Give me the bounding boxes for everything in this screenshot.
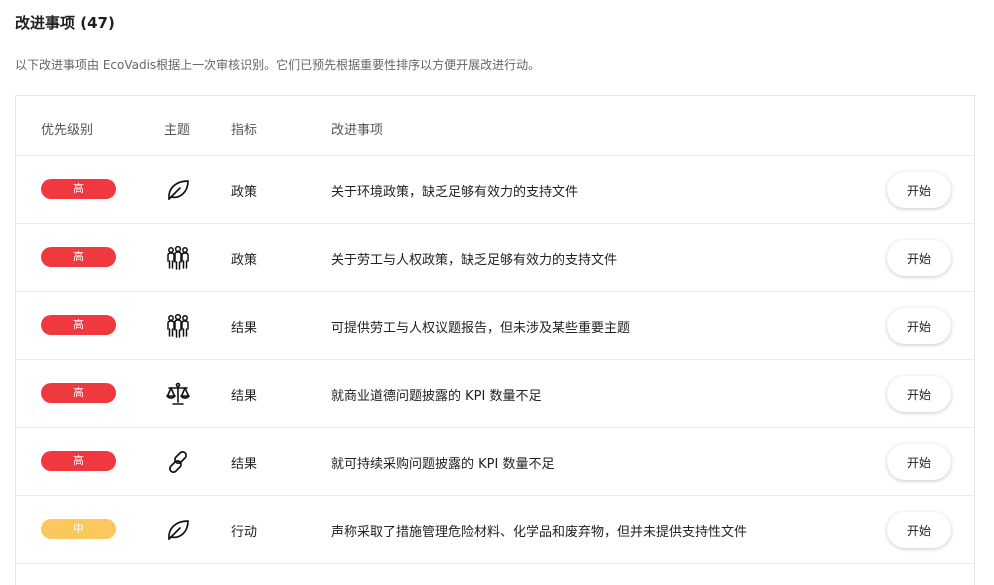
start-button[interactable]: 开始 xyxy=(887,376,951,412)
priority-badge: 高 xyxy=(41,315,116,335)
priority-badge: 中 xyxy=(41,519,116,539)
start-button[interactable]: 开始 xyxy=(887,512,951,548)
leaf-icon xyxy=(164,516,192,544)
table-row: 中 行动 声称采取了措施管理危险材料、化学品和废弃物，但并未提供支持性文件 开始 xyxy=(16,496,974,564)
table-row: 高 政策 关于环境政策，缺乏足够有效力的支持文件 开始 xyxy=(16,156,974,224)
improvement-description: 可提供劳工与人权议题报告，但未涉及某些重要主题 xyxy=(331,321,631,336)
indicator-label: 政策 xyxy=(231,253,258,268)
improvement-description: 关于劳工与人权政策，缺乏足够有效力的支持文件 xyxy=(331,253,618,268)
table-row: 高 结果 就商业道德问题披露的 KPI 数量不足 开始 xyxy=(16,360,974,428)
priority-badge: 高 xyxy=(41,247,116,267)
column-header-improvement: 改进事项 xyxy=(331,123,384,138)
indicator-label: 结果 xyxy=(231,457,258,472)
table-row: 高 结果 可提供劳工与人权议题报告，但未涉及某些重要主题 开始 xyxy=(16,292,974,360)
people-group-icon xyxy=(164,244,192,272)
priority-badge: 高 xyxy=(41,451,116,471)
indicator-label: 政策 xyxy=(231,185,258,200)
indicator-label: 结果 xyxy=(231,321,258,336)
start-button[interactable]: 开始 xyxy=(887,240,951,276)
people-group-icon xyxy=(164,312,192,340)
start-button[interactable]: 开始 xyxy=(887,444,951,480)
chain-link-icon xyxy=(164,448,192,476)
table-row: 高 结果 就可持续采购问题披露的 KPI 数量不足 开始 xyxy=(16,428,974,496)
improvement-description: 就商业道德问题披露的 KPI 数量不足 xyxy=(331,389,542,404)
improvement-description: 就可持续采购问题披露的 KPI 数量不足 xyxy=(331,457,555,472)
improvement-table: 优先级别 主题 指标 改进事项 高 政策 关于环境政策，缺乏足够有效力的支持文件… xyxy=(15,95,975,585)
priority-badge: 高 xyxy=(41,383,116,403)
page-description: 以下改进事项由 EcoVadis根据上一次审核识别。它们已预先根据重要性排序以方… xyxy=(15,58,541,72)
table-row: 高 政策 关于劳工与人权政策，缺乏足够有效力的支持文件 开始 xyxy=(16,224,974,292)
column-header-priority: 优先级别 xyxy=(41,123,94,138)
leaf-icon xyxy=(164,176,192,204)
column-header-theme: 主题 xyxy=(164,123,191,138)
start-button[interactable]: 开始 xyxy=(887,172,951,208)
priority-badge: 高 xyxy=(41,179,116,199)
indicator-label: 行动 xyxy=(231,525,258,540)
improvement-description: 关于环境政策，缺乏足够有效力的支持文件 xyxy=(331,185,579,200)
start-button[interactable]: 开始 xyxy=(887,308,951,344)
indicator-label: 结果 xyxy=(231,389,258,404)
page-title: 改进事项 (47) xyxy=(15,14,115,32)
improvement-description: 声称采取了措施管理危险材料、化学品和废弃物，但并未提供支持性文件 xyxy=(331,525,748,540)
table-header: 优先级别 主题 指标 改进事项 xyxy=(16,96,974,156)
scales-icon xyxy=(164,380,192,408)
column-header-indicator: 指标 xyxy=(231,123,258,138)
